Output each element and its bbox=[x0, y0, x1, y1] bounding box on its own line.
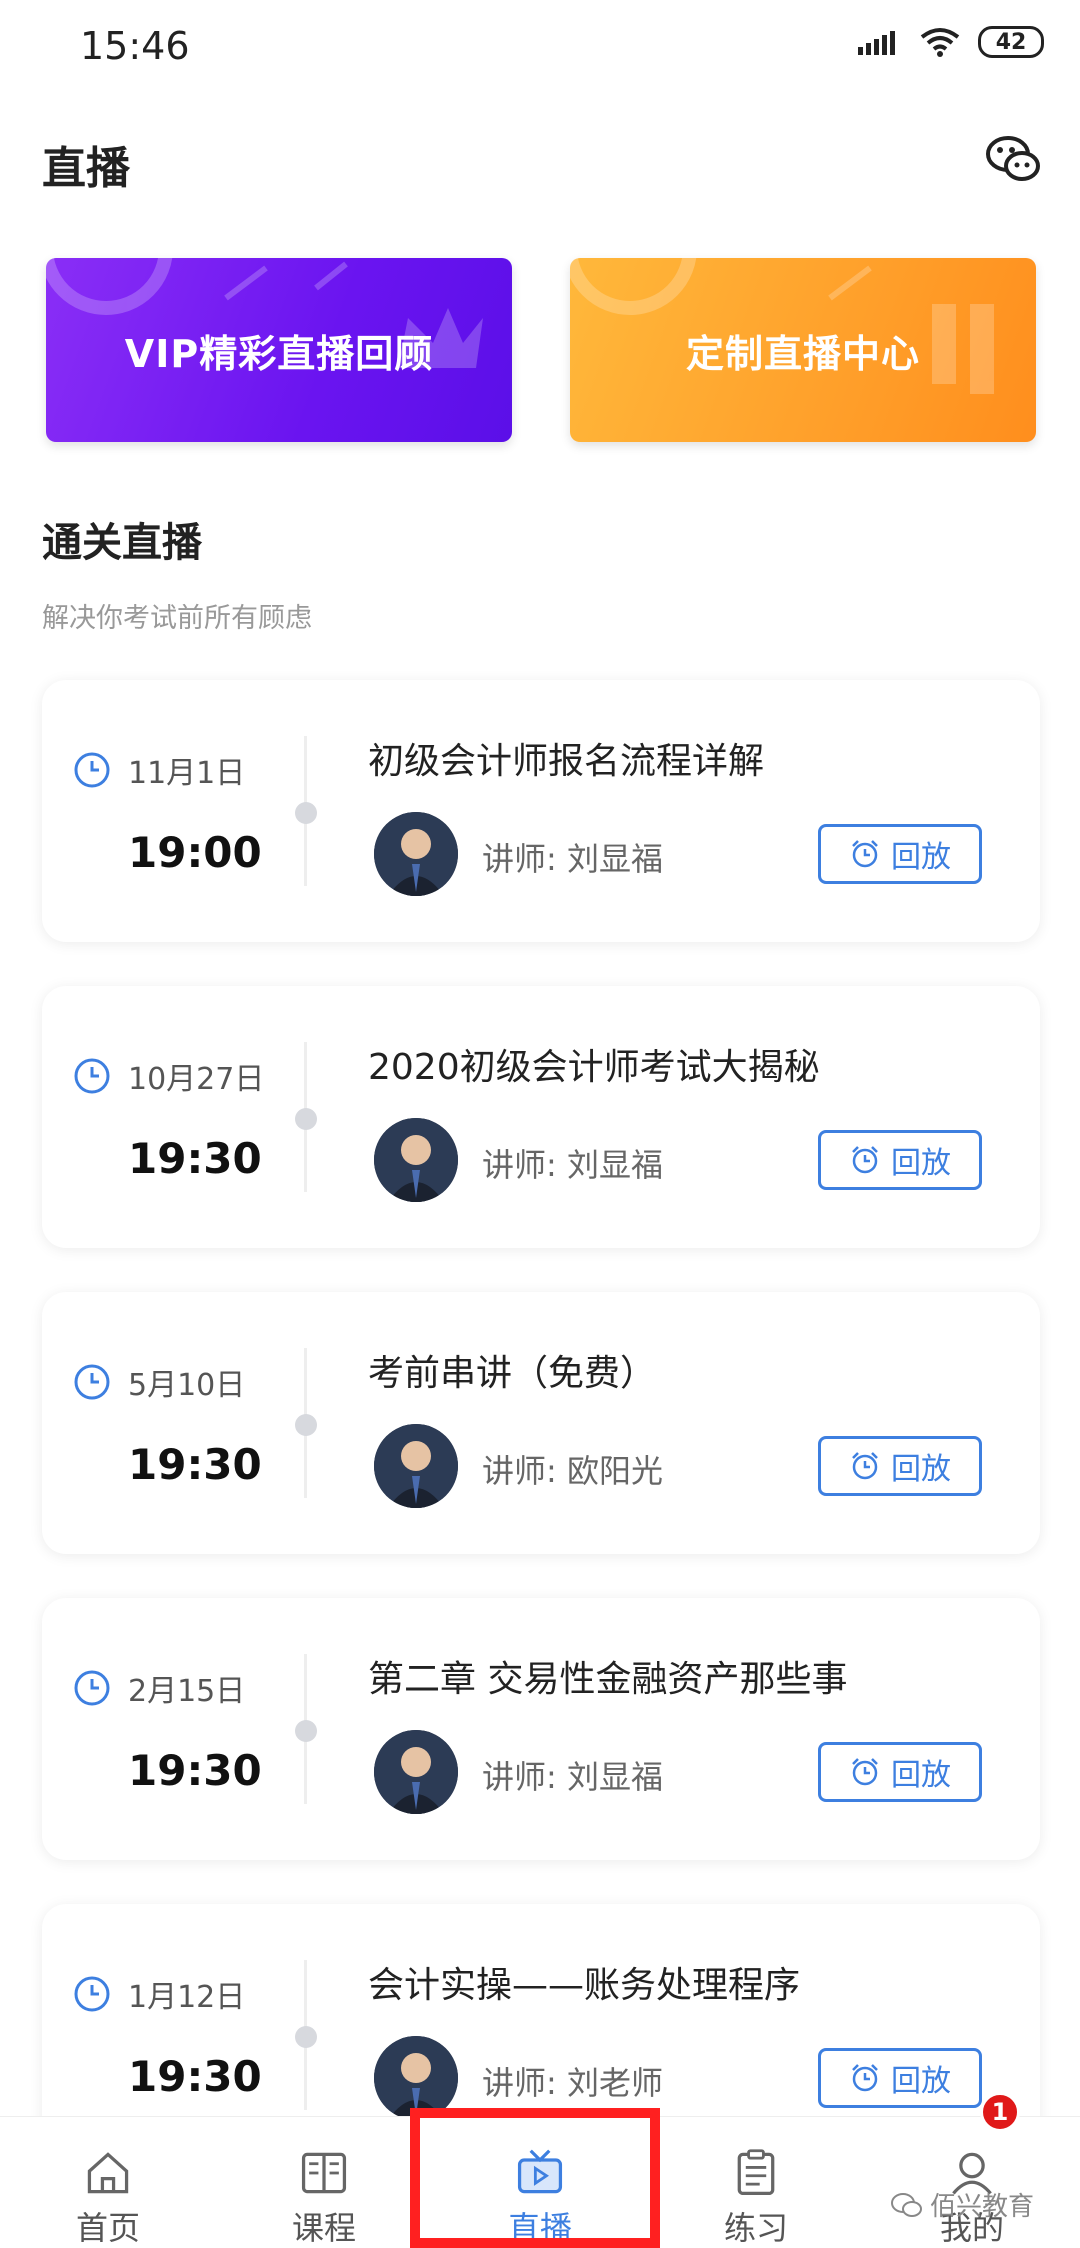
replay-button-label: 回放 bbox=[891, 840, 951, 875]
replay-button-label: 回放 bbox=[891, 1146, 951, 1181]
header: 直播 bbox=[0, 120, 1080, 210]
session-time: 19:30 bbox=[128, 1746, 262, 1795]
tab-profile[interactable]: 我的 bbox=[882, 2117, 1062, 2248]
session-date: 5月10日 bbox=[72, 1360, 245, 1404]
session-title: 考前串讲（免费） bbox=[368, 1353, 657, 1394]
live-session-card[interactable]: 10月27日 19:30 2020初级会计师考试大揭秘 讲师: 刘显福 回放 bbox=[42, 986, 1040, 1248]
clock-icon bbox=[74, 1058, 110, 1094]
alarm-icon bbox=[852, 2064, 878, 2092]
replay-button[interactable]: 回放 bbox=[818, 1742, 982, 1802]
clock-icon bbox=[74, 1670, 110, 1706]
timeline-dot bbox=[295, 2026, 317, 2048]
timeline-dot bbox=[295, 1108, 317, 1130]
timeline-dot bbox=[295, 802, 317, 824]
replay-button[interactable]: 回放 bbox=[818, 2048, 982, 2108]
book-icon bbox=[301, 2152, 347, 2194]
replay-button-label: 回放 bbox=[891, 2064, 951, 2099]
session-date: 10月27日 bbox=[72, 1054, 264, 1098]
status-icons: 42 bbox=[858, 26, 1044, 58]
session-date: 11月1日 bbox=[72, 748, 245, 792]
tab-home-label: 首页 bbox=[75, 2209, 140, 2247]
status-bar: 15:46 42 bbox=[0, 0, 1080, 90]
clock-icon bbox=[74, 752, 110, 788]
tab-practice-label: 练习 bbox=[723, 2209, 788, 2247]
session-date: 1月12日 bbox=[72, 1972, 245, 2016]
live-session-card[interactable]: 5月10日 19:30 考前串讲（免费） 讲师: 欧阳光 回放 bbox=[42, 1292, 1040, 1554]
teacher-name: 讲师: 刘老师 bbox=[482, 2064, 663, 2102]
teacher-avatar bbox=[374, 812, 458, 896]
alarm-icon bbox=[852, 1452, 878, 1480]
custom-banner-label: 定制直播中心 bbox=[685, 331, 920, 376]
alarm-icon bbox=[852, 840, 878, 868]
session-date-text: 11月1日 bbox=[128, 756, 246, 791]
replay-button[interactable]: 回放 bbox=[818, 1130, 982, 1190]
notification-badge: 1 bbox=[980, 2092, 1020, 2132]
teacher-avatar bbox=[374, 1424, 458, 1508]
vip-banner-label: VIP精彩直播回顾 bbox=[124, 331, 434, 376]
session-date-text: 1月12日 bbox=[128, 1980, 246, 2015]
session-time: 19:00 bbox=[128, 828, 262, 877]
tab-practice[interactable]: 练习 bbox=[666, 2117, 846, 2248]
teacher-avatar bbox=[374, 1118, 458, 1202]
page-title: 直播 bbox=[42, 143, 130, 194]
clock-icon bbox=[74, 1976, 110, 2012]
timeline-dot bbox=[295, 1720, 317, 1742]
section-subtitle: 解决你考试前所有顾虑 bbox=[42, 603, 312, 634]
tab-courses[interactable]: 课程 bbox=[234, 2117, 414, 2248]
session-date-text: 5月10日 bbox=[128, 1368, 246, 1403]
replay-button-label: 回放 bbox=[891, 1452, 951, 1487]
teacher-name: 讲师: 刘显福 bbox=[482, 840, 663, 878]
session-title: 第二章 交易性金融资产那些事 bbox=[368, 1659, 848, 1700]
teacher-name: 讲师: 欧阳光 bbox=[482, 1452, 663, 1490]
battery-indicator: 42 bbox=[978, 26, 1044, 58]
session-date-text: 10月27日 bbox=[128, 1062, 265, 1097]
session-title: 2020初级会计师考试大揭秘 bbox=[368, 1047, 820, 1088]
clipboard-icon bbox=[737, 2149, 775, 2196]
teacher-avatar bbox=[374, 1730, 458, 1814]
session-title: 初级会计师报名流程详解 bbox=[368, 741, 765, 782]
replay-button[interactable]: 回放 bbox=[818, 1436, 982, 1496]
watermark: 佰兴教育 bbox=[890, 2186, 1034, 2223]
teacher-name: 讲师: 刘显福 bbox=[482, 1146, 663, 1184]
timeline-dot bbox=[295, 1414, 317, 1436]
wifi-icon bbox=[920, 28, 960, 57]
teacher-name: 讲师: 刘显福 bbox=[482, 1758, 663, 1796]
session-time: 19:30 bbox=[128, 2052, 262, 2101]
custom-live-banner[interactable]: 定制直播中心 bbox=[570, 258, 1036, 442]
highlight-annotation bbox=[410, 2108, 660, 2248]
session-time: 19:30 bbox=[128, 1440, 262, 1489]
wechat-watermark-icon bbox=[891, 2192, 922, 2217]
replay-button-label: 回放 bbox=[891, 1758, 951, 1793]
live-session-card[interactable]: 2月15日 19:30 第二章 交易性金融资产那些事 讲师: 刘显福 回放 bbox=[42, 1598, 1040, 1860]
alarm-icon bbox=[852, 1146, 878, 1174]
tab-courses-label: 课程 bbox=[291, 2209, 356, 2247]
clock-icon bbox=[74, 1364, 110, 1400]
signal-icon bbox=[858, 31, 895, 55]
alarm-icon bbox=[852, 1758, 878, 1786]
session-date-text: 2月15日 bbox=[128, 1674, 246, 1709]
session-date: 2月15日 bbox=[72, 1666, 245, 1710]
home-icon bbox=[87, 2152, 129, 2194]
session-time: 19:30 bbox=[128, 1134, 262, 1183]
live-session-card[interactable]: 11月1日 19:00 初级会计师报名流程详解 讲师: 刘显福 回放 bbox=[42, 680, 1040, 942]
status-time: 15:46 bbox=[80, 24, 190, 68]
replay-button[interactable]: 回放 bbox=[818, 824, 982, 884]
watermark-text: 佰兴教育 bbox=[930, 2192, 1035, 2222]
wechat-icon[interactable] bbox=[984, 130, 1044, 190]
vip-replay-banner[interactable]: VIP精彩直播回顾 bbox=[46, 258, 512, 442]
section-title: 通关直播 bbox=[42, 520, 202, 566]
tab-home[interactable]: 首页 bbox=[18, 2117, 198, 2248]
session-title: 会计实操——账务处理程序 bbox=[368, 1965, 801, 2006]
